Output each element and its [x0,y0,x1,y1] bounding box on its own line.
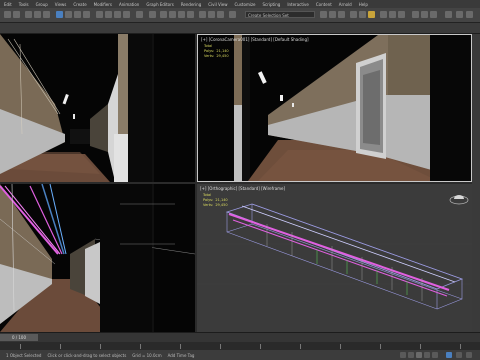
track-tick [60,344,61,349]
help-icon[interactable] [466,11,473,18]
curve-editor-icon[interactable] [320,11,327,18]
grid-readout: Grid = 10.0cm [132,352,162,358]
menu-item[interactable]: Modifiers [94,2,112,7]
select-object-icon[interactable] [56,11,63,18]
next-frame-icon[interactable] [424,352,430,358]
link-icon[interactable] [25,11,32,18]
menu-item[interactable]: Views [55,2,67,7]
camera-view-render [198,35,471,181]
menu-item[interactable]: Arnold [339,2,352,7]
rectangular-selection-icon[interactable] [74,11,81,18]
rendered-frame-window-icon[interactable] [359,11,366,18]
track-tick [20,344,21,349]
track-tick [300,344,301,349]
corona-converter-icon[interactable] [398,11,405,18]
menu-item[interactable]: Animation [119,2,139,7]
track-tick [140,344,141,349]
selection-set-dropdown[interactable]: Create Selection Set [245,11,315,18]
menu-item[interactable]: Customize [235,2,256,7]
menu-item[interactable]: Tools [19,2,29,7]
menu-item[interactable]: Interactive [287,2,309,7]
align-icon[interactable] [217,11,224,18]
time-slider-handle[interactable]: 0 / 100 [0,334,38,341]
menu-item[interactable]: Group [36,2,48,7]
window-crossing-icon[interactable] [83,11,90,18]
reference-coordinate-icon[interactable] [136,11,143,18]
material-editor-icon[interactable] [338,11,345,18]
menu-item[interactable]: Content [316,2,332,7]
track-tick [460,344,461,349]
viewport-top-left[interactable] [0,34,195,182]
unlink-icon[interactable] [34,11,41,18]
viewport-bottom-right[interactable]: [+] [Orthographic] [Standard] [Wireframe… [197,184,472,332]
go-to-end-icon[interactable] [432,352,438,358]
snaps-toggle-icon[interactable] [160,11,167,18]
statistics-overlay: Total Polys: 21,140 Verts: 29,450 [204,44,229,58]
viewport-label[interactable]: [+] [Orthographic] [Standard] [Wireframe… [200,186,285,191]
rotate-icon[interactable] [105,11,112,18]
zoom-extents-icon[interactable] [466,352,472,358]
menu-item[interactable]: Scripting [263,2,281,7]
viewport-label[interactable]: [+] [CoronaCamera001] [Standard] [Defaul… [201,37,309,42]
placement-icon[interactable] [123,11,130,18]
viewport-bottom-left[interactable] [0,184,195,332]
go-to-start-icon[interactable] [400,352,406,358]
key-mode-icon[interactable] [446,352,452,358]
workspaces-icon[interactable] [456,11,463,18]
track-tick [340,344,341,349]
menu-item[interactable]: Graph Editors [146,2,173,7]
menu-item[interactable]: Create [73,2,86,7]
add-time-tag-button[interactable]: Add Time Tag [168,353,195,358]
pivot-center-icon[interactable] [149,11,156,18]
mirror-icon[interactable] [208,11,215,18]
track-tick [380,344,381,349]
angle-snap-icon[interactable] [169,11,176,18]
sign-in-icon[interactable] [445,11,452,18]
script-icon[interactable] [412,11,419,18]
selection-status: 1 Object Selected [6,352,42,358]
track-tick [180,344,181,349]
corona-interactive-icon[interactable] [380,11,387,18]
track-tick [420,344,421,349]
track-tick [260,344,261,349]
previous-frame-icon[interactable] [408,352,414,358]
undo-icon[interactable] [4,11,11,18]
prompt-line: Click or click-and-drag to select object… [47,352,127,358]
play-icon[interactable] [416,352,422,358]
corona-vfb-icon[interactable] [389,11,396,18]
edit-named-selection-icon[interactable] [199,11,206,18]
plugin-2-icon[interactable] [430,11,437,18]
track-bar[interactable] [0,342,480,350]
time-config-icon[interactable] [456,352,462,358]
corridor-perspective-render [0,34,195,182]
scale-icon[interactable] [114,11,121,18]
orthographic-wireframe-render [197,184,472,332]
menu-item[interactable]: Help [359,2,368,7]
track-tick [100,344,101,349]
redo-icon[interactable] [13,11,20,18]
select-by-name-icon[interactable] [65,11,72,18]
ribbon-strip [0,23,480,34]
layer-explorer-icon[interactable] [229,11,236,18]
menu-bar: Edit Tools Group Views Create Modifiers Animat… [0,0,480,8]
menu-item[interactable]: Rendering [181,2,201,7]
viewport-navigation-strip [472,34,480,332]
move-icon[interactable] [96,11,103,18]
plugin-icon[interactable] [421,11,428,18]
corridor-edged-faces-render [0,184,195,332]
main-toolbar: Create Selection Set [0,8,480,23]
statistics-overlay: Total Polys: 21,140 Verts: 29,450 [203,193,228,207]
menu-item[interactable]: Edit [4,2,12,7]
schematic-view-icon[interactable] [329,11,336,18]
viewport-top-right[interactable]: [+] [CoronaCamera001] [Standard] [Defaul… [197,34,472,182]
menu-item[interactable]: Civil View [208,2,227,7]
percent-snap-icon[interactable] [178,11,185,18]
track-tick [220,344,221,349]
spinner-snap-icon[interactable] [187,11,194,18]
render-setup-icon[interactable] [350,11,357,18]
render-production-icon[interactable] [368,11,375,18]
bind-space-warp-icon[interactable] [43,11,50,18]
